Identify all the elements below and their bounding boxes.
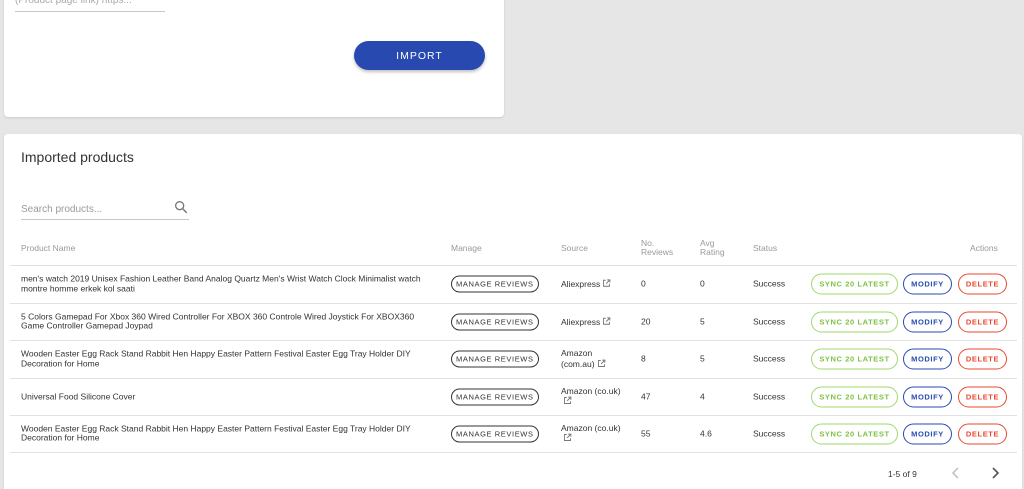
column-header-manage: Manage (451, 243, 482, 253)
modify-button[interactable]: MODIFY (903, 423, 952, 445)
source-link[interactable]: Aliexpress (561, 279, 625, 290)
source-link[interactable]: Amazon (com.au) (561, 349, 625, 369)
search-bar (21, 198, 189, 220)
source-link[interactable]: Aliexpress (561, 317, 625, 328)
section-title: Imported products (21, 149, 134, 165)
source-label: Amazon (co.uk) (561, 422, 621, 433)
manage-reviews-button[interactable]: MANAGE REVIEWS (451, 388, 539, 406)
avg-rating: 0 (700, 278, 705, 289)
source-label: Aliexpress (561, 279, 601, 289)
table-row: Wooden Easter Egg Rack Stand Rabbit Hen … (10, 340, 1017, 378)
delete-button[interactable]: DELETE (958, 386, 1007, 408)
sync-latest-button[interactable]: SYNC 20 LATEST (811, 423, 898, 445)
delete-button[interactable]: DELETE (958, 423, 1007, 445)
source-link[interactable]: Amazon (co.uk) (561, 422, 625, 444)
column-header-product-name: Product Name (21, 243, 76, 253)
reviews-count: 20 (641, 316, 651, 326)
reviews-count: 47 (641, 391, 651, 401)
external-link-icon (597, 359, 605, 367)
chevron-right-icon[interactable] (987, 465, 1003, 481)
modify-button[interactable]: MODIFY (903, 273, 952, 295)
status-text: Success (753, 353, 786, 364)
manage-reviews-button[interactable]: MANAGE REVIEWS (451, 275, 539, 293)
modify-button[interactable]: MODIFY (903, 386, 952, 408)
product-name: 5 Colors Gamepad For Xbox 360 Wired Cont… (21, 311, 415, 331)
manage-reviews-button[interactable]: MANAGE REVIEWS (451, 350, 539, 368)
delete-button[interactable]: DELETE (958, 311, 1007, 333)
table-row: men's watch 2019 Unisex Fashion Leather … (10, 265, 1017, 303)
column-header-status: Status (753, 243, 778, 253)
product-name: Wooden Easter Egg Rack Stand Rabbit Hen … (21, 423, 411, 443)
import-panel: IMPORT (4, 0, 504, 117)
search-input[interactable] (21, 201, 161, 217)
column-header-rating: Avg Rating (700, 238, 725, 257)
sync-latest-button[interactable]: SYNC 20 LATEST (811, 386, 898, 408)
status-text: Success (753, 391, 786, 401)
delete-button[interactable]: DELETE (958, 348, 1007, 370)
column-header-reviews: No. Reviews (641, 238, 674, 257)
modify-button[interactable]: MODIFY (903, 348, 952, 370)
sync-latest-button[interactable]: SYNC 20 LATEST (811, 273, 898, 295)
column-header-source: Source (561, 243, 588, 253)
avg-rating: 4.6 (700, 428, 712, 438)
external-link-icon (603, 317, 611, 325)
external-link-icon (564, 433, 572, 442)
search-icon[interactable] (173, 199, 189, 215)
pagination-range: 1-5 of 9 (888, 469, 917, 479)
source-label: Amazon (com.au) (561, 348, 595, 369)
delete-button[interactable]: DELETE (958, 273, 1007, 295)
product-link-input[interactable] (15, 0, 165, 12)
sync-latest-button[interactable]: SYNC 20 LATEST (811, 348, 898, 370)
status-text: Success (753, 278, 786, 289)
source-label: Aliexpress (561, 316, 601, 327)
table-row: Wooden Easter Egg Rack Stand Rabbit Hen … (10, 415, 1017, 453)
status-text: Success (753, 428, 786, 438)
manage-cell: MANAGE REVIEWS (451, 388, 539, 406)
manage-cell: MANAGE REVIEWS (451, 275, 539, 293)
reviews-count: 0 (641, 278, 646, 289)
external-link-icon (603, 279, 611, 287)
manage-reviews-button[interactable]: MANAGE REVIEWS (451, 425, 539, 443)
avg-rating: 5 (700, 316, 705, 326)
products-table: men's watch 2019 Unisex Fashion Leather … (10, 265, 1017, 453)
product-name: Wooden Easter Egg Rack Stand Rabbit Hen … (21, 348, 411, 369)
import-button[interactable]: IMPORT (354, 41, 485, 70)
reviews-count: 55 (641, 428, 651, 438)
sync-latest-button[interactable]: SYNC 20 LATEST (811, 311, 898, 333)
product-name: Universal Food Silicone Cover (21, 391, 136, 401)
source-link[interactable]: Amazon (co.uk) (561, 385, 625, 407)
chevron-left-icon[interactable] (948, 465, 964, 481)
manage-cell: MANAGE REVIEWS (451, 350, 539, 368)
reviews-count: 8 (641, 353, 646, 364)
column-header-actions: Actions (970, 243, 998, 253)
table-row: Universal Food Silicone Cover MANAGE REV… (10, 377, 1017, 416)
product-name: men's watch 2019 Unisex Fashion Leather … (21, 273, 421, 294)
avg-rating: 4 (700, 391, 705, 401)
source-label: Amazon (co.uk) (561, 385, 621, 396)
avg-rating: 5 (700, 353, 705, 364)
table-row: 5 Colors Gamepad For Xbox 360 Wired Cont… (10, 302, 1017, 341)
status-text: Success (753, 316, 786, 326)
external-link-icon (564, 396, 572, 405)
modify-button[interactable]: MODIFY (903, 311, 952, 333)
manage-cell: MANAGE REVIEWS (451, 313, 539, 331)
manage-cell: MANAGE REVIEWS (451, 425, 539, 443)
manage-reviews-button[interactable]: MANAGE REVIEWS (451, 313, 539, 331)
imported-products-panel: Imported products Product Name Manage So… (4, 134, 1022, 489)
